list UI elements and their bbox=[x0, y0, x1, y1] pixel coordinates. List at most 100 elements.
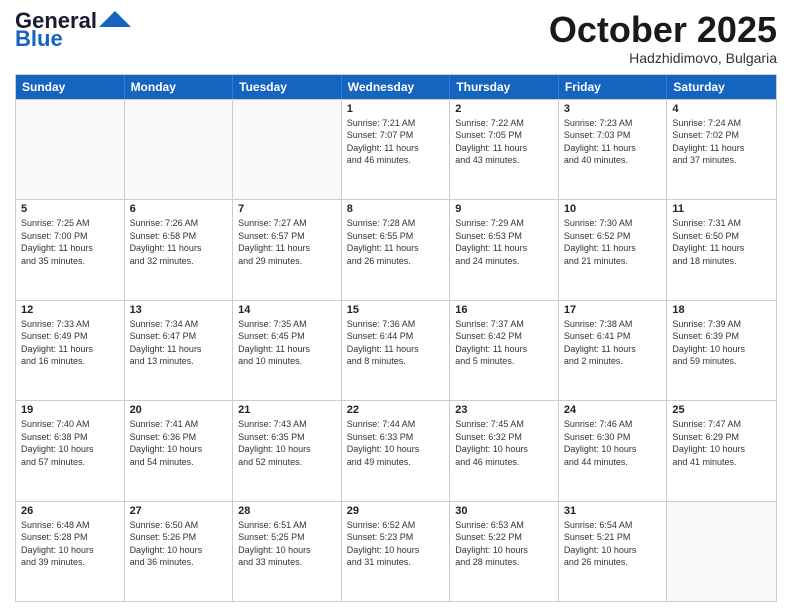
cell-info-24: Sunrise: 7:46 AM Sunset: 6:30 PM Dayligh… bbox=[564, 418, 662, 468]
cell-w4-d5: 31Sunrise: 6:54 AM Sunset: 5:21 PM Dayli… bbox=[559, 502, 668, 601]
cell-w0-d0 bbox=[16, 100, 125, 199]
weekday-wednesday: Wednesday bbox=[342, 75, 451, 99]
cell-w1-d6: 11 Sunrise: 7:31 AM Sunset: 6:50 PM Dayli… bbox=[667, 200, 776, 299]
cell-info-29: Sunrise: 6:52 AM Sunset: 5:23 PM Dayligh… bbox=[347, 519, 445, 569]
cell-info-9: Sunrise: 7:29 AM Sunset: 6:53 PM Dayligh… bbox=[455, 217, 553, 267]
day-num-2: 2 bbox=[455, 103, 553, 115]
cell-w0-d4: 2Sunrise: 7:22 AM Sunset: 7:05 PM Daylig… bbox=[450, 100, 559, 199]
day-num-1: 1 bbox=[347, 103, 445, 115]
cell-info-27: Sunrise: 6:50 AM Sunset: 5:26 PM Dayligh… bbox=[130, 519, 228, 569]
cell-w4-d4: 30 Sunrise: 6:53 AM Sunset: 5:22 PM Dayli… bbox=[450, 502, 559, 601]
day-num-27: 27 bbox=[130, 505, 228, 517]
weekday-saturday: Saturday bbox=[667, 75, 776, 99]
cell-w1-d0: 5 Sunrise: 7:25 AM Sunset: 7:00 PM Daylig… bbox=[16, 200, 125, 299]
cell-info-10: Sunrise: 7:30 AM Sunset: 6:52 PM Dayligh… bbox=[564, 217, 662, 267]
day-num-11: 11 bbox=[672, 203, 771, 215]
cell-w2-d6: 18 Sunrise: 7:39 AM Sunset: 6:39 PM Dayli… bbox=[667, 301, 776, 400]
cell-w4-d3: 29 Sunrise: 6:52 AM Sunset: 5:23 PM Dayli… bbox=[342, 502, 451, 601]
cell-w2-d2: 14 Sunrise: 7:35 AM Sunset: 6:45 PM Dayli… bbox=[233, 301, 342, 400]
weekday-sunday: Sunday bbox=[16, 75, 125, 99]
cell-w3-d5: 24Sunrise: 7:46 AM Sunset: 6:30 PM Dayli… bbox=[559, 401, 668, 500]
cell-w3-d6: 25 Sunrise: 7:47 AM Sunset: 6:29 PM Dayli… bbox=[667, 401, 776, 500]
day-num-12: 12 bbox=[21, 304, 119, 316]
cell-info-5: Sunrise: 7:25 AM Sunset: 7:00 PM Dayligh… bbox=[21, 217, 119, 267]
day-num-6: 6 bbox=[130, 203, 228, 215]
cell-w4-d6 bbox=[667, 502, 776, 601]
header: General Blue October 2025 Hadzhidimovo, … bbox=[15, 10, 777, 66]
cell-info-19: Sunrise: 7:40 AM Sunset: 6:38 PM Dayligh… bbox=[21, 418, 119, 468]
day-num-22: 22 bbox=[347, 404, 445, 416]
cell-info-14: Sunrise: 7:35 AM Sunset: 6:45 PM Dayligh… bbox=[238, 318, 336, 368]
day-num-31: 31 bbox=[564, 505, 662, 517]
cell-info-25: Sunrise: 7:47 AM Sunset: 6:29 PM Dayligh… bbox=[672, 418, 771, 468]
cell-info-3: Sunrise: 7:23 AM Sunset: 7:03 PM Dayligh… bbox=[564, 117, 662, 167]
cell-info-13: Sunrise: 7:34 AM Sunset: 6:47 PM Dayligh… bbox=[130, 318, 228, 368]
day-num-13: 13 bbox=[130, 304, 228, 316]
weekday-tuesday: Tuesday bbox=[233, 75, 342, 99]
cell-w0-d1 bbox=[125, 100, 234, 199]
cell-info-17: Sunrise: 7:38 AM Sunset: 6:41 PM Dayligh… bbox=[564, 318, 662, 368]
cell-w4-d2: 28Sunrise: 6:51 AM Sunset: 5:25 PM Dayli… bbox=[233, 502, 342, 601]
day-num-5: 5 bbox=[21, 203, 119, 215]
cell-info-26: Sunrise: 6:48 AM Sunset: 5:28 PM Dayligh… bbox=[21, 519, 119, 569]
calendar-body: 1 Sunrise: 7:21 AM Sunset: 7:07 PM Daylig… bbox=[16, 99, 776, 601]
cell-w3-d3: 22 Sunrise: 7:44 AM Sunset: 6:33 PM Dayli… bbox=[342, 401, 451, 500]
day-num-21: 21 bbox=[238, 404, 336, 416]
cell-w2-d0: 12 Sunrise: 7:33 AM Sunset: 6:49 PM Dayli… bbox=[16, 301, 125, 400]
cell-w2-d3: 15Sunrise: 7:36 AM Sunset: 6:44 PM Dayli… bbox=[342, 301, 451, 400]
cell-info-4: Sunrise: 7:24 AM Sunset: 7:02 PM Dayligh… bbox=[672, 117, 771, 167]
logo: General Blue bbox=[15, 10, 131, 52]
cell-info-22: Sunrise: 7:44 AM Sunset: 6:33 PM Dayligh… bbox=[347, 418, 445, 468]
cell-info-21: Sunrise: 7:43 AM Sunset: 6:35 PM Dayligh… bbox=[238, 418, 336, 468]
cell-w2-d1: 13 Sunrise: 7:34 AM Sunset: 6:47 PM Dayli… bbox=[125, 301, 234, 400]
cell-info-18: Sunrise: 7:39 AM Sunset: 6:39 PM Dayligh… bbox=[672, 318, 771, 368]
cell-info-16: Sunrise: 7:37 AM Sunset: 6:42 PM Dayligh… bbox=[455, 318, 553, 368]
title-area: October 2025 Hadzhidimovo, Bulgaria bbox=[549, 10, 777, 66]
weekday-friday: Friday bbox=[559, 75, 668, 99]
cell-w1-d3: 8Sunrise: 7:28 AM Sunset: 6:55 PM Daylig… bbox=[342, 200, 451, 299]
cell-info-6: Sunrise: 7:26 AM Sunset: 6:58 PM Dayligh… bbox=[130, 217, 228, 267]
cell-info-11: Sunrise: 7:31 AM Sunset: 6:50 PM Dayligh… bbox=[672, 217, 771, 267]
cell-w2-d4: 16 Sunrise: 7:37 AM Sunset: 6:42 PM Dayli… bbox=[450, 301, 559, 400]
day-num-30: 30 bbox=[455, 505, 553, 517]
weekday-thursday: Thursday bbox=[450, 75, 559, 99]
day-num-16: 16 bbox=[455, 304, 553, 316]
day-num-7: 7 bbox=[238, 203, 336, 215]
week-row-1: 5 Sunrise: 7:25 AM Sunset: 7:00 PM Daylig… bbox=[16, 199, 776, 299]
cell-w1-d1: 6 Sunrise: 7:26 AM Sunset: 6:58 PM Daylig… bbox=[125, 200, 234, 299]
cell-info-8: Sunrise: 7:28 AM Sunset: 6:55 PM Dayligh… bbox=[347, 217, 445, 267]
cell-info-30: Sunrise: 6:53 AM Sunset: 5:22 PM Dayligh… bbox=[455, 519, 553, 569]
cell-info-7: Sunrise: 7:27 AM Sunset: 6:57 PM Dayligh… bbox=[238, 217, 336, 267]
cell-w2-d5: 17 Sunrise: 7:38 AM Sunset: 6:41 PM Dayli… bbox=[559, 301, 668, 400]
day-num-18: 18 bbox=[672, 304, 771, 316]
day-num-17: 17 bbox=[564, 304, 662, 316]
day-num-10: 10 bbox=[564, 203, 662, 215]
day-num-19: 19 bbox=[21, 404, 119, 416]
day-num-25: 25 bbox=[672, 404, 771, 416]
day-num-23: 23 bbox=[455, 404, 553, 416]
cell-w0-d6: 4Sunrise: 7:24 AM Sunset: 7:02 PM Daylig… bbox=[667, 100, 776, 199]
cell-w4-d0: 26 Sunrise: 6:48 AM Sunset: 5:28 PM Dayli… bbox=[16, 502, 125, 601]
cell-w4-d1: 27 Sunrise: 6:50 AM Sunset: 5:26 PM Dayli… bbox=[125, 502, 234, 601]
cell-info-23: Sunrise: 7:45 AM Sunset: 6:32 PM Dayligh… bbox=[455, 418, 553, 468]
week-row-3: 19 Sunrise: 7:40 AM Sunset: 6:38 PM Dayli… bbox=[16, 400, 776, 500]
cell-w0-d2 bbox=[233, 100, 342, 199]
day-num-14: 14 bbox=[238, 304, 336, 316]
cell-info-12: Sunrise: 7:33 AM Sunset: 6:49 PM Dayligh… bbox=[21, 318, 119, 368]
week-row-0: 1 Sunrise: 7:21 AM Sunset: 7:07 PM Daylig… bbox=[16, 99, 776, 199]
cell-w0-d3: 1 Sunrise: 7:21 AM Sunset: 7:07 PM Daylig… bbox=[342, 100, 451, 199]
day-num-26: 26 bbox=[21, 505, 119, 517]
cell-info-20: Sunrise: 7:41 AM Sunset: 6:36 PM Dayligh… bbox=[130, 418, 228, 468]
cell-w0-d5: 3 Sunrise: 7:23 AM Sunset: 7:03 PM Daylig… bbox=[559, 100, 668, 199]
weekday-monday: Monday bbox=[125, 75, 234, 99]
day-num-20: 20 bbox=[130, 404, 228, 416]
week-row-2: 12 Sunrise: 7:33 AM Sunset: 6:49 PM Dayli… bbox=[16, 300, 776, 400]
cell-w1-d5: 10 Sunrise: 7:30 AM Sunset: 6:52 PM Dayli… bbox=[559, 200, 668, 299]
day-num-9: 9 bbox=[455, 203, 553, 215]
calendar-header: Sunday Monday Tuesday Wednesday Thursday… bbox=[16, 75, 776, 99]
day-num-15: 15 bbox=[347, 304, 445, 316]
day-num-29: 29 bbox=[347, 505, 445, 517]
day-num-3: 3 bbox=[564, 103, 662, 115]
cell-info-1: Sunrise: 7:21 AM Sunset: 7:07 PM Dayligh… bbox=[347, 117, 445, 167]
cell-w3-d1: 20 Sunrise: 7:41 AM Sunset: 6:36 PM Dayli… bbox=[125, 401, 234, 500]
